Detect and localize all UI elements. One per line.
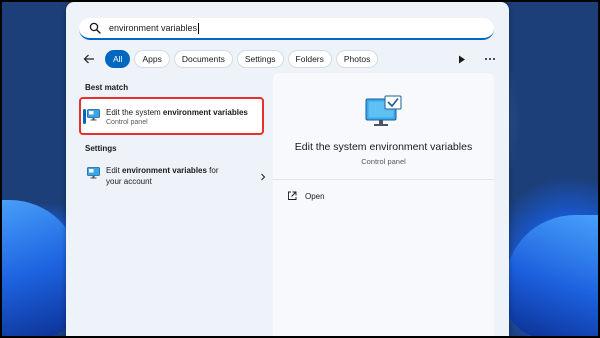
filter-documents[interactable]: Documents (173, 50, 233, 68)
open-external-icon (288, 191, 297, 200)
back-button[interactable] (79, 50, 99, 68)
settings-item-bold: environment variables (122, 166, 207, 175)
search-input[interactable]: environment variables (109, 23, 197, 33)
open-label: Open (305, 191, 325, 201)
more-icon (485, 58, 495, 60)
best-match-subtitle: Control panel (106, 119, 148, 126)
filter-all[interactable]: All (105, 50, 131, 68)
options-button[interactable] (481, 50, 499, 68)
filter-apps[interactable]: Apps (134, 50, 170, 68)
settings-monitor-icon (87, 167, 100, 179)
start-search-panel: environment variables All Apps Documents… (66, 2, 509, 338)
back-arrow-icon (83, 54, 94, 64)
search-icon (89, 22, 101, 34)
details-pane: Edit the system environment variables Co… (273, 73, 494, 338)
details-subtitle: Control panel (361, 157, 406, 166)
selection-indicator (83, 109, 86, 124)
details-divider (273, 179, 494, 180)
search-box[interactable]: environment variables (79, 18, 494, 40)
best-match-result[interactable]: Edit the system environment variables Co… (79, 97, 264, 135)
wallpaper-bloom-right (505, 215, 600, 338)
filter-settings[interactable]: Settings (236, 50, 284, 68)
details-title: Edit the system environment variables (294, 141, 473, 153)
best-match-title-bold: environment variables (162, 108, 248, 117)
play-icon (459, 55, 465, 63)
filter-bar: All Apps Documents Settings Folders Phot… (79, 49, 499, 69)
text-cursor (198, 22, 200, 34)
settings-item-line2: your account (106, 177, 152, 186)
filter-folders[interactable]: Folders (287, 50, 332, 68)
open-action[interactable]: Open (287, 191, 325, 201)
more-filters-button[interactable] (453, 50, 471, 68)
control-panel-icon (87, 109, 100, 121)
chevron-right-icon (261, 173, 266, 181)
system-properties-icon (365, 95, 402, 126)
settings-item-pre: Edit (106, 166, 123, 175)
settings-heading: Settings (85, 144, 117, 153)
best-match-heading: Best match (85, 83, 129, 92)
filter-photos[interactable]: Photos (335, 50, 379, 68)
best-match-title-pre: Edit the system (106, 108, 163, 117)
settings-result[interactable]: Edit environment variables for your acco… (79, 165, 266, 191)
settings-item-post: for (206, 166, 219, 175)
